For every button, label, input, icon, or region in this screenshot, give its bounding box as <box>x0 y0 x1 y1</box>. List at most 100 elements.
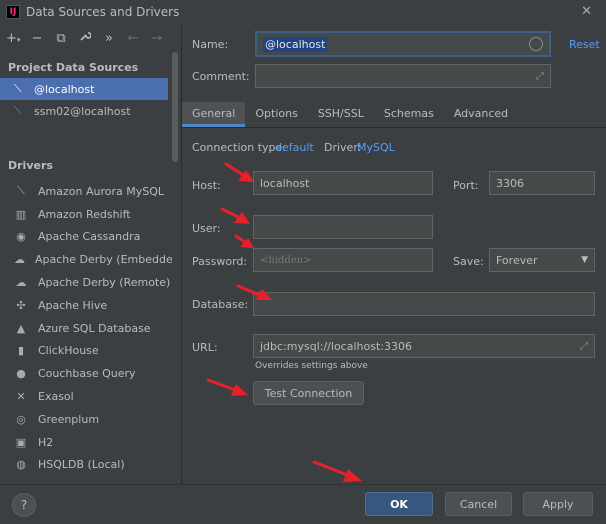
apply-button[interactable]: Apply <box>523 492 593 516</box>
aurora-icon: ⟍ <box>17 184 25 198</box>
tab-sshssl[interactable]: SSH/SSL <box>308 102 374 127</box>
ok-button[interactable]: OK <box>365 492 433 516</box>
h2-icon: ▣ <box>15 435 27 449</box>
redshift-icon: ▥ <box>15 207 27 221</box>
more-icon[interactable]: » <box>102 31 116 46</box>
driver-label: Apache Derby (Remote) <box>38 276 171 290</box>
port-label: Port: <box>453 179 479 192</box>
driver-label: Amazon Redshift <box>38 207 131 221</box>
tab-general[interactable]: General <box>182 102 246 127</box>
hive-icon: ✣ <box>16 298 26 312</box>
driver-item[interactable]: ✣ Apache Hive <box>0 294 172 317</box>
add-icon[interactable]: +▾ <box>6 31 20 46</box>
tab-options[interactable]: Options <box>245 102 307 127</box>
data-source-item[interactable]: ⟍ @localhost <box>0 78 168 100</box>
tab-advanced[interactable]: Advanced <box>444 102 518 127</box>
url-label: URL: <box>192 341 218 354</box>
driver-label: Greenplum <box>38 412 100 426</box>
expand-icon[interactable]: ⤢ <box>580 341 588 352</box>
mysql-dolphin-icon: ⟍ <box>14 82 22 95</box>
host-label: Host: <box>192 179 221 192</box>
driver-label: Driver: <box>324 141 362 154</box>
comment-field[interactable]: ⤢ <box>255 64 551 88</box>
user-label: User: <box>192 222 221 235</box>
port-field[interactable]: 3306 <box>489 171 595 195</box>
driver-item[interactable]: ◍ HSQLDB (Local) <box>0 454 172 477</box>
tab-bar: General Options SSH/SSL Schemas Advanced <box>182 102 606 128</box>
driver-item[interactable]: ▣ H2 <box>0 431 172 454</box>
driver-item[interactable]: ● Couchbase Query <box>0 362 172 385</box>
left-toolbar: +▾ − ⧉ » ← → <box>0 24 181 52</box>
drivers-header: Drivers <box>8 159 53 172</box>
driver-label: HSQLDB (Local) <box>38 458 125 472</box>
driver-item[interactable]: ☁ Apache Derby (Remote) <box>0 271 172 294</box>
driver-label: Amazon Aurora MySQL <box>38 184 164 198</box>
name-label: Name: <box>192 38 229 51</box>
left-panel: +▾ − ⧉ » ← → Project Data Sources ⟍ @loca… <box>0 24 181 484</box>
password-field[interactable]: <hidden> <box>253 248 433 272</box>
cancel-button[interactable]: Cancel <box>445 492 512 516</box>
host-field[interactable]: localhost <box>253 171 433 195</box>
exasol-icon: ✕ <box>16 390 26 404</box>
database-label: Database: <box>192 298 249 311</box>
driver-label: Azure SQL Database <box>38 321 151 335</box>
copy-icon[interactable]: ⧉ <box>54 31 68 46</box>
connection-type-label: Connection type: <box>192 141 287 154</box>
database-field[interactable] <box>253 292 595 316</box>
derby-icon: ☁ <box>15 276 27 290</box>
driver-item[interactable]: ▲ Azure SQL Database <box>0 317 172 340</box>
clickhouse-icon: ▮ <box>17 344 25 358</box>
data-source-label: ssm02@localhost <box>34 104 131 118</box>
datagrip-logo-icon: IJ <box>6 5 20 19</box>
password-label: Password: <box>192 255 248 268</box>
window-title: Data Sources and Drivers <box>26 5 180 19</box>
driver-link[interactable]: MySQL <box>357 141 395 154</box>
greenplum-icon: ◎ <box>16 412 26 426</box>
color-circle-icon[interactable] <box>529 37 543 51</box>
driver-label: Apache Derby (Embedded) <box>35 253 172 267</box>
azure-icon: ▲ <box>16 321 26 335</box>
data-source-item[interactable]: ⟍ ssm02@localhost <box>0 100 181 122</box>
bottom-bar: ? OK Cancel Apply <box>0 484 606 524</box>
right-panel: Name: @localhost Reset Comment: ⤢ Genera… <box>182 24 606 484</box>
remove-icon[interactable]: − <box>30 31 44 46</box>
comment-label: Comment: <box>192 70 250 83</box>
forward-icon[interactable]: → <box>150 31 164 46</box>
chevron-down-icon: ▼ <box>581 255 588 265</box>
driver-item[interactable]: ▮ ClickHouse <box>0 340 172 363</box>
title-bar: IJ Data Sources and Drivers ✕ <box>0 0 606 24</box>
driver-item[interactable]: ▥ Amazon Redshift <box>0 203 172 226</box>
project-data-sources-header: Project Data Sources <box>8 61 139 74</box>
hsqldb-icon: ◍ <box>16 458 26 472</box>
user-field[interactable] <box>253 215 433 239</box>
driver-item[interactable]: ⟍ Amazon Aurora MySQL <box>0 180 172 203</box>
save-label: Save: <box>453 255 484 268</box>
driver-label: Couchbase Query <box>38 367 136 381</box>
url-field[interactable]: jdbc:mysql://localhost:3306 ⤢ <box>253 334 595 358</box>
tab-schemas[interactable]: Schemas <box>374 102 444 127</box>
name-value: @localhost <box>263 36 328 52</box>
name-field[interactable]: @localhost <box>255 31 551 57</box>
help-button[interactable]: ? <box>12 493 36 517</box>
driver-item[interactable]: ◎ Greenplum <box>0 408 172 431</box>
driver-item[interactable]: ◉ Apache Cassandra <box>0 226 172 249</box>
test-connection-button[interactable]: Test Connection <box>253 381 364 405</box>
url-hint: Overrides settings above <box>255 361 368 371</box>
close-icon[interactable]: ✕ <box>581 4 592 19</box>
wrench-icon[interactable] <box>78 30 92 46</box>
mysql-dolphin-icon: ⟍ <box>14 104 22 117</box>
derby-icon: ☁ <box>14 253 25 267</box>
data-source-label: @localhost <box>34 82 95 96</box>
reset-link[interactable]: Reset <box>569 38 600 51</box>
back-icon[interactable]: ← <box>126 31 140 46</box>
expand-icon[interactable]: ⤢ <box>536 71 544 82</box>
save-select[interactable]: Forever ▼ <box>489 248 595 272</box>
driver-label: H2 <box>38 435 54 449</box>
driver-item[interactable]: ✕ Exasol <box>0 385 172 408</box>
driver-item[interactable]: ☁ Apache Derby (Embedded) <box>0 248 172 271</box>
driver-label: ClickHouse <box>38 344 99 358</box>
cassandra-icon: ◉ <box>16 230 26 244</box>
couchbase-icon: ● <box>16 367 26 381</box>
connection-type-link[interactable]: default <box>275 141 314 154</box>
sidebar-scrollbar[interactable] <box>172 52 178 162</box>
